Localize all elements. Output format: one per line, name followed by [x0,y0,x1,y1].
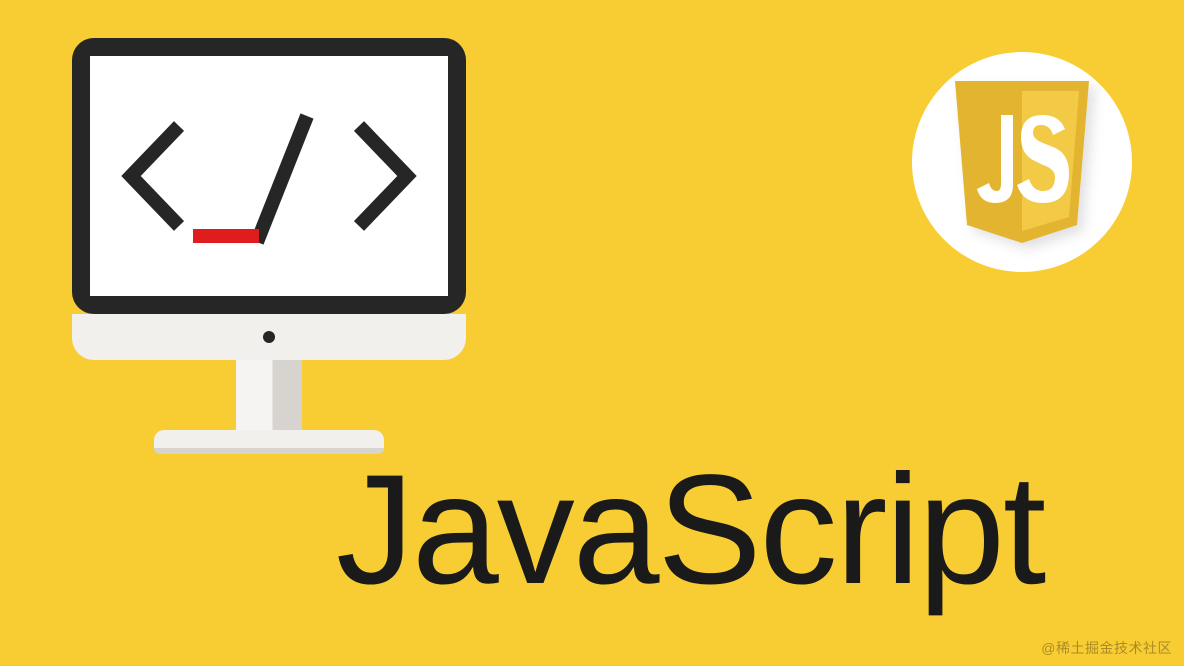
js-shield-icon [947,77,1097,247]
monitor-screen [90,56,448,296]
monitor-illustration [72,38,466,448]
page-title: JavaScript [336,452,1044,608]
code-face-icon [109,86,429,266]
js-badge [912,52,1132,272]
camera-dot-icon [263,331,275,343]
monitor-neck [236,360,302,430]
monitor-chin [72,314,466,360]
monitor-bezel [72,38,466,314]
watermark-text: @稀土掘金技术社区 [1041,638,1172,658]
